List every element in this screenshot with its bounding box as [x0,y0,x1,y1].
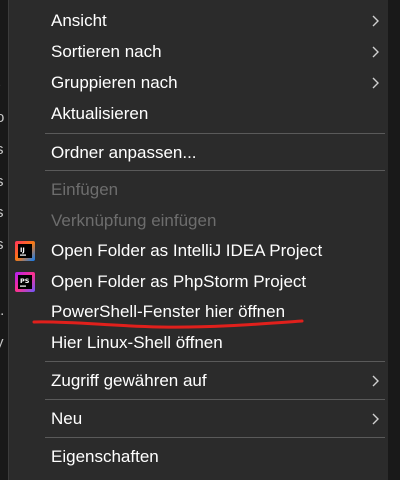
background-file-label-fragment: t [0,74,8,90]
menu-item-open-intellij[interactable]: IJ Open Folder as IntelliJ IDEA Project [9,235,391,266]
background-file-label-fragment: o [0,110,5,126]
menu-item-zugriff-gewaehren-auf[interactable]: Zugriff gewähren auf [9,365,391,396]
menu-item-neu[interactable]: Neu [9,403,391,434]
menu-item-label: Hier Linux-Shell öffnen [51,332,223,352]
chevron-right-icon [371,45,381,59]
intellij-idea-icon: IJ [15,240,35,261]
chevron-right-icon [371,412,381,426]
menu-item-verknuepfung-einfuegen: Verknüpfung einfügen [9,205,391,236]
menu-item-label: Eigenschaften [51,446,159,466]
menu-item-label: Ansicht [51,10,107,30]
phpstorm-icon-text: PS [20,277,30,285]
chevron-right-icon [371,374,381,388]
chevron-right-icon [371,14,381,28]
menu-item-eigenschaften[interactable]: Eigenschaften [9,441,391,472]
background-right-edge [388,0,400,480]
phpstorm-icon: PS [15,271,35,292]
menu-separator [45,399,385,400]
menu-item-label: Zugriff gewähren auf [51,370,207,390]
menu-separator [45,170,385,171]
menu-item-sortieren-nach[interactable]: Sortieren nach [9,36,391,67]
menu-item-label: Einfügen [51,179,119,199]
menu-item-label: Verknüpfung einfügen [51,210,217,230]
menu-item-label: Ordner anpassen... [51,142,197,162]
menu-item-aktualisieren[interactable]: Aktualisieren [9,98,391,129]
menu-item-label: Neu [51,408,83,428]
background-file-label-fragment: s [0,174,8,190]
context-menu: Ansicht Sortieren nach Gruppieren nach A… [8,0,392,480]
menu-item-ordner-anpassen[interactable]: Ordner anpassen... [9,137,391,168]
menu-item-gruppieren-nach[interactable]: Gruppieren nach [9,67,391,98]
menu-item-label: Sortieren nach [51,41,162,61]
menu-item-label: Aktualisieren [51,103,149,123]
red-annotation-underline [32,319,304,329]
menu-item-label: Open Folder as PhpStorm Project [51,271,307,291]
intellij-idea-icon-text: IJ [20,246,25,254]
menu-separator [45,361,385,362]
background-file-label-fragment: s [0,237,8,253]
background-file-label-fragment: t. [0,303,5,319]
background-file-label-fragment: s [0,205,8,221]
menu-item-label: Gruppieren nach [51,72,178,92]
menu-item-open-phpstorm[interactable]: PS Open Folder as PhpStorm Project [9,266,391,297]
background-file-label-fragment: s [0,142,8,158]
chevron-right-icon [371,76,381,90]
background-file-label-fragment: y [0,335,8,351]
menu-item-einfuegen: Einfügen [9,174,391,205]
menu-item-ansicht[interactable]: Ansicht [9,5,391,36]
menu-separator [45,437,385,438]
menu-separator [45,133,385,134]
menu-item-label: Open Folder as IntelliJ IDEA Project [51,240,323,260]
